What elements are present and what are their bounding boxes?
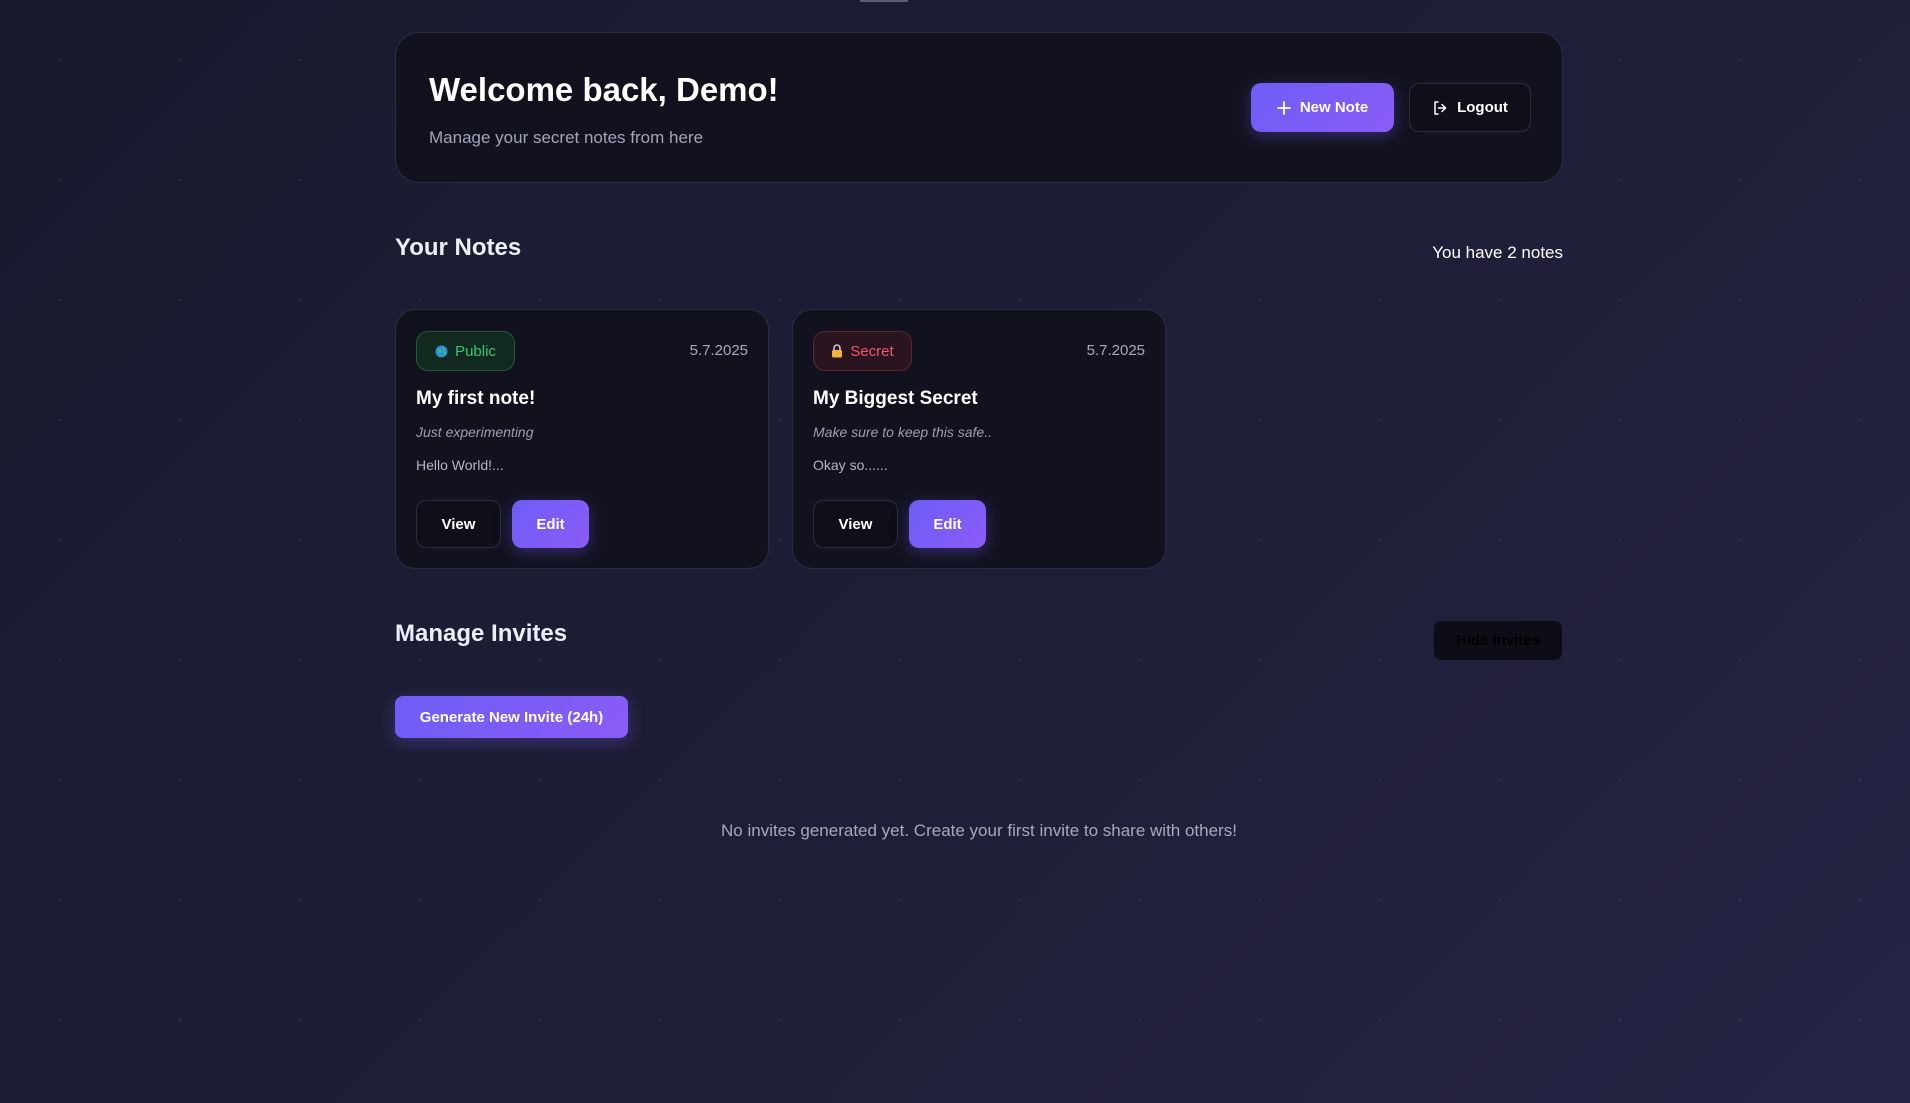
badge-label: Secret [850,342,894,360]
note-description: Just experimenting [416,424,534,440]
globe-icon [435,345,448,358]
invites-empty-message: No invites generated yet. Create your fi… [721,821,1237,840]
note-date: 5.7.2025 [689,342,748,359]
top-indicator [860,0,908,2]
note-card: Public 5.7.2025 My first note! Just expe… [395,309,769,569]
plus-icon [1276,100,1291,115]
note-description: Make sure to keep this safe.. [813,424,992,440]
note-title: My first note! [416,388,536,409]
notes-count: You have 2 notes [1432,243,1563,262]
logout-button[interactable]: Logout [1409,83,1531,132]
invites-section-title: Manage Invites [395,620,568,647]
welcome-panel: Welcome back, Demo! Manage your secret n… [395,32,1563,183]
badge-label: Public [455,342,496,360]
generate-invite-button[interactable]: Generate New Invite (24h) [395,696,628,738]
notes-section-title: Your Notes [395,234,522,261]
logout-label: Logout [1457,99,1508,116]
edit-button[interactable]: Edit [512,500,589,548]
hide-invites-button[interactable]: Hide Invites [1433,620,1563,661]
note-preview: Okay so...... [813,457,888,473]
new-note-label: New Note [1299,99,1369,116]
note-date: 5.7.2025 [1086,342,1145,359]
note-card: Secret 5.7.2025 My Biggest Secret Make s… [792,309,1166,569]
logout-icon [1432,100,1448,116]
view-button[interactable]: View [416,500,501,548]
public-badge: Public [416,331,515,371]
note-preview: Hello World!... [416,457,504,473]
secret-badge: Secret [813,331,912,371]
view-button[interactable]: View [813,500,898,548]
new-note-button[interactable]: New Note [1251,83,1394,132]
page-subtitle: Manage your secret notes from here [429,128,704,147]
edit-button[interactable]: Edit [909,500,986,548]
note-title: My Biggest Secret [813,388,978,409]
page-title: Welcome back, Demo! [429,71,779,108]
lock-icon [831,344,843,358]
